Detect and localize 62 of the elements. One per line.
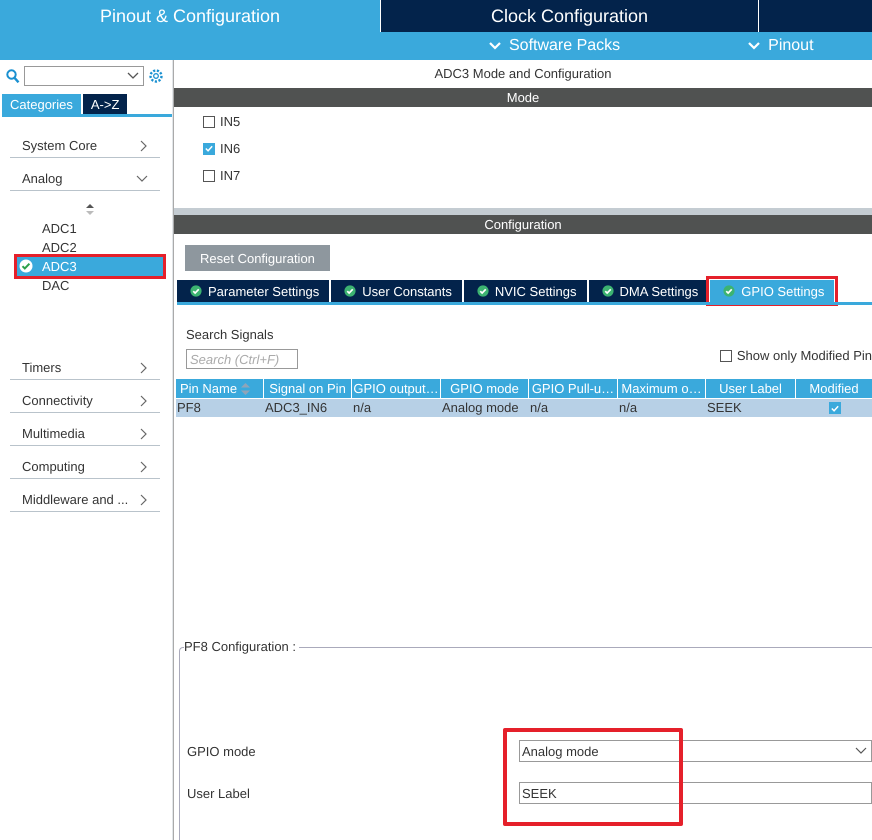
- category-item[interactable]: System Core: [10, 128, 160, 158]
- settings-tab[interactable]: User Constants: [331, 280, 462, 302]
- sort-icon[interactable]: [86, 204, 94, 215]
- category-item[interactable]: Connectivity: [10, 383, 160, 413]
- category-item[interactable]: Middleware and ...: [10, 482, 160, 512]
- field-label: GPIO mode: [187, 744, 257, 758]
- category-item[interactable]: Analog: [10, 161, 160, 191]
- table-cell-text: n/a: [618, 399, 638, 417]
- category-item[interactable]: Computing: [10, 449, 160, 479]
- check-circle-icon: [602, 285, 614, 297]
- table-cell-text: n/a: [352, 399, 372, 417]
- check-circle-icon: [344, 285, 356, 297]
- settings-tab[interactable]: DMA Settings: [588, 280, 708, 302]
- check-circle-icon: [723, 285, 736, 297]
- settings-icon[interactable]: [148, 68, 164, 84]
- group-title: PF8 Configuration :: [184, 639, 300, 654]
- chevron-right-icon: [140, 362, 148, 374]
- channel-label: IN6: [220, 141, 240, 156]
- chevron-right-icon: [140, 394, 148, 406]
- chevron-right-icon: [140, 460, 148, 472]
- table-cell-text: Analog mode: [441, 399, 520, 417]
- checkbox[interactable]: [203, 142, 215, 154]
- chevron-right-icon: [140, 494, 148, 506]
- table-cell-text: PF8: [176, 399, 202, 417]
- view-tab[interactable]: A->Z: [82, 94, 128, 114]
- check-circle-icon: [190, 285, 202, 297]
- chevron-right-icon: [140, 428, 148, 440]
- category-item[interactable]: Multimedia: [10, 416, 160, 446]
- chevron-down-icon: [488, 41, 502, 51]
- check-circle-icon: [476, 285, 489, 297]
- search-field[interactable]: Search (Ctrl+F): [186, 349, 298, 369]
- checkbox[interactable]: [203, 170, 215, 182]
- section-header: Configuration: [174, 215, 872, 234]
- table-cell-text: ADC3_IN6: [264, 399, 328, 417]
- settings-tab[interactable]: NVIC Settings: [464, 280, 587, 302]
- table-cell-text: n/a: [529, 399, 550, 417]
- channel-label: IN5: [220, 114, 240, 129]
- peripheral-item[interactable]: ADC1: [10, 219, 160, 238]
- chevron-down-icon: [136, 174, 148, 182]
- search-icon: [6, 68, 20, 84]
- user-label-field[interactable]: SEEK: [519, 782, 872, 804]
- checkbox-label: Show only Modified Pin: [736, 348, 872, 363]
- field-label: User Label: [187, 786, 251, 800]
- table-row[interactable]: PF8 ADC3_IN6 n/a Analog mode n/a n/a SEEK: [176, 399, 872, 417]
- section-header: Mode: [174, 88, 872, 107]
- gpio-mode-dropdown[interactable]: Analog mode: [519, 740, 872, 762]
- search-label: Search Signals: [186, 327, 274, 342]
- perspective-tab[interactable]: Clock Configuration: [381, 0, 758, 32]
- search-combo-box[interactable]: [24, 66, 144, 86]
- peripheral-item[interactable]: ADC2: [10, 238, 160, 257]
- settings-tab[interactable]: Parameter Settings: [177, 280, 330, 302]
- chevron-down-icon: [855, 747, 867, 755]
- checkbox[interactable]: [720, 350, 732, 362]
- panel-title: ADC3 Mode and Configuration: [433, 65, 613, 83]
- category-item[interactable]: Timers: [10, 350, 160, 380]
- checkbox[interactable]: [203, 116, 215, 128]
- sort-icon: [241, 382, 250, 394]
- chevron-down-icon: [747, 41, 762, 51]
- chevron-right-icon: [140, 140, 148, 152]
- table-cell-text: SEEK: [706, 399, 743, 417]
- channel-label: IN7: [220, 168, 240, 183]
- peripheral-item[interactable]: DAC: [10, 276, 160, 295]
